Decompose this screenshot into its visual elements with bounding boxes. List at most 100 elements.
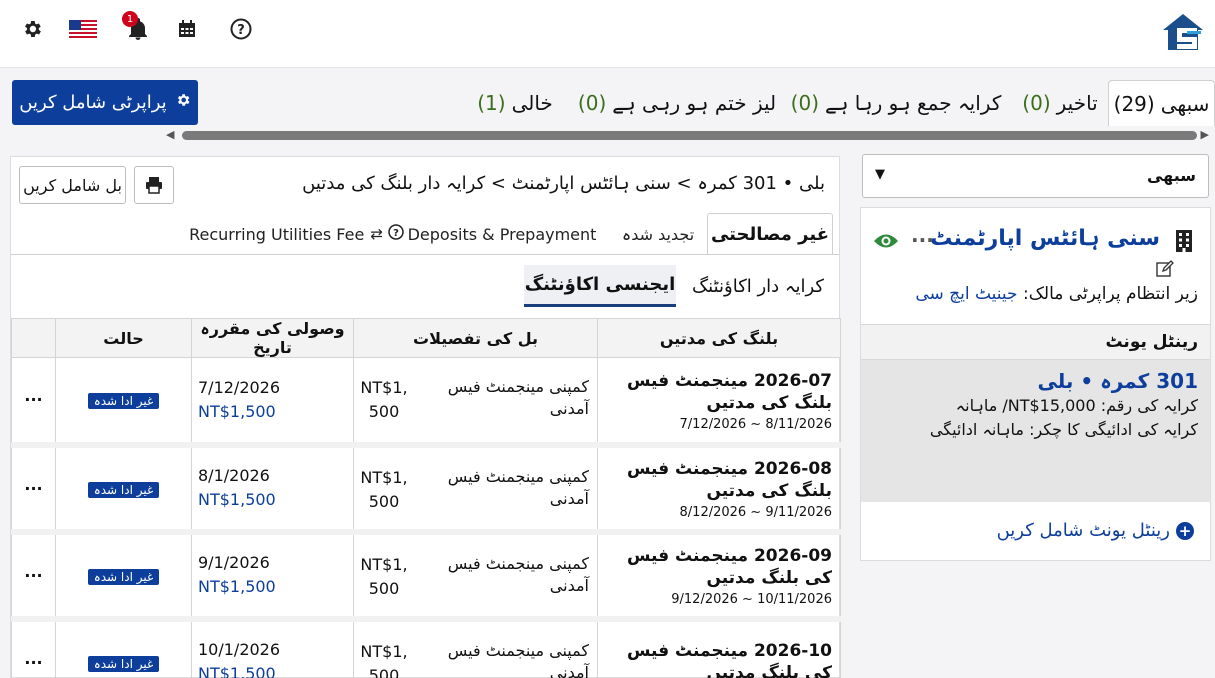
- owner-name[interactable]: جینیٹ ایچ سی: [915, 284, 1017, 304]
- due-date: 8/1/2026: [198, 466, 270, 485]
- add-rental-unit-button[interactable]: + رینٹل یونٹ شامل کریں: [997, 520, 1194, 541]
- header-due-date: وصولی کی مقررہ تاریخ: [191, 318, 354, 358]
- tab-overdue[interactable]: تاخیر (0): [1012, 80, 1108, 126]
- add-bill-button[interactable]: بل شامل کریں: [19, 166, 126, 204]
- breadcrumb-room[interactable]: 301 کمرہ: [697, 173, 777, 194]
- period-title[interactable]: 2026-07 مینجمنٹ فیس بلنگ کی مدتیں: [604, 370, 832, 414]
- table-header-row: بلنگ کی مدتیں بل کی تفصیلات وصولی کی مقر…: [11, 318, 841, 358]
- owner-label: زیر انتظام پراپرٹی مالک:: [1022, 284, 1198, 304]
- tab-rent-collecting[interactable]: کرایہ جمع ہو رہا ہے (0): [791, 80, 1002, 126]
- unit-cycle: کرایہ کی ادائیگی کا چکر: ماہانہ ادائیگی: [929, 420, 1198, 439]
- property-card: سنی ہائٹس اپارٹمنٹ ··· زیر انتظام پراپرٹ…: [860, 207, 1211, 561]
- tab-label: Recurring Utilities Fee: [189, 224, 365, 244]
- property-name[interactable]: سنی ہائٹس اپارٹمنٹ: [930, 226, 1160, 251]
- top-bar: 1 ?: [0, 0, 1215, 68]
- period-title[interactable]: 2026-08 مینجمنٹ فیس بلنگ کی مدتیں: [604, 458, 832, 502]
- bill-amount: NT$1, 500: [360, 466, 408, 514]
- tab-count: (1): [477, 91, 506, 115]
- bill-amount-part: NT$1,: [360, 554, 408, 574]
- bill-amount: NT$1, 500: [360, 376, 408, 424]
- tab-label: تاخیر: [1056, 91, 1098, 115]
- breadcrumb: بلی • 301 کمرہ > سنی ہائٹس اپارٹمنٹ > کر…: [302, 173, 825, 194]
- period-range: 9/12/2026 ~ 10/11/2026: [671, 592, 832, 607]
- us-flag-icon[interactable]: [68, 14, 98, 44]
- scrollbar-thumb[interactable]: [182, 131, 1197, 140]
- tab-all[interactable]: سبھی (29): [1108, 80, 1215, 126]
- tab-count: (0): [577, 91, 607, 115]
- tab-unsettled[interactable]: غیر مصالحتی: [707, 213, 833, 255]
- tab-label: سبھی: [1160, 91, 1210, 116]
- table-row[interactable]: 2026-10 مینجمنٹ فیس کی بلنگ مدتیں کمپنی …: [11, 618, 841, 678]
- tabs-scrollbar[interactable]: ◀ ▶: [166, 128, 1209, 142]
- tab-lease-ending[interactable]: لیز ختم ہو رہی ہے (0): [574, 80, 780, 126]
- tab-label: کرایہ جمع ہو رہا ہے: [825, 91, 1002, 115]
- bill-amount: NT$1, 500: [360, 553, 408, 601]
- chevron-down-icon: ▼: [875, 167, 885, 182]
- row-menu-button[interactable]: ···: [11, 444, 56, 535]
- help-icon[interactable]: ?: [226, 14, 256, 44]
- status-badge: غیر ادا شدہ: [87, 481, 160, 498]
- tab-label: تجدید شدہ: [621, 224, 695, 244]
- billing-panel: بل شامل کریں بلی • 301 کمرہ > سنی ہائٹس …: [10, 156, 841, 678]
- table-row[interactable]: 2026-09 مینجمنٹ فیس کی بلنگ مدتیں 9/12/20…: [11, 531, 841, 622]
- repeat-icon: ⇄: [370, 225, 383, 243]
- rental-unit-item[interactable]: 301 کمرہ • بلی کرایہ کی رقم: NT$15,000/ …: [861, 360, 1210, 502]
- due-date: 7/12/2026: [198, 377, 281, 397]
- row-menu-button[interactable]: ···: [11, 531, 56, 622]
- table-row[interactable]: 2026-07 مینجمنٹ فیس بلنگ کی مدتیں 7/12/20…: [11, 357, 841, 448]
- row-menu-button[interactable]: ···: [11, 357, 56, 448]
- edit-icon[interactable]: [1156, 260, 1174, 282]
- bill-amount-part: 500: [368, 665, 400, 678]
- billing-table: بلنگ کی مدتیں بل کی تفصیلات وصولی کی مقر…: [11, 318, 841, 678]
- unit-name[interactable]: 301 کمرہ • بلی: [861, 368, 1198, 394]
- breadcrumb-property[interactable]: سنی ہائٹس اپارٹمنٹ: [512, 173, 671, 194]
- bill-amount-part: NT$1,: [360, 641, 408, 661]
- tab-label: Deposits & Prepayment: [407, 224, 597, 244]
- building-icon: [1174, 230, 1194, 252]
- tab-label: لیز ختم ہو رہی ہے: [612, 91, 777, 115]
- tab-label: خالی: [511, 91, 553, 115]
- tab-deposits-prepayment[interactable]: ? Deposits & Prepayment: [387, 213, 596, 255]
- eye-icon[interactable]: [873, 232, 899, 254]
- printer-icon: [146, 177, 162, 194]
- due-amount: NT$1,500: [198, 490, 276, 509]
- tab-agency-accounting[interactable]: ایجنسی اکاؤنٹنگ: [524, 265, 676, 307]
- row-menu-button[interactable]: ···: [11, 618, 56, 678]
- bill-detail: کمپنی مینجمنٹ فیس آمدنی: [447, 466, 589, 508]
- add-unit-label: رینٹل یونٹ شامل کریں: [996, 520, 1170, 541]
- header-actions: [11, 318, 56, 358]
- period-title[interactable]: 2026-09 مینجمنٹ فیس کی بلنگ مدتیں: [604, 545, 832, 589]
- property-filter-select[interactable]: سبھی ▼: [862, 154, 1209, 198]
- rental-units-heading: رینٹل یونٹ: [861, 324, 1210, 360]
- gear-icon[interactable]: [17, 14, 47, 44]
- due-date: 9/1/2026: [198, 553, 270, 572]
- due-amount: NT$1,500: [198, 664, 276, 678]
- bill-amount: NT$1, 500: [360, 640, 408, 678]
- calendar-icon[interactable]: [172, 14, 202, 44]
- print-button[interactable]: [134, 166, 174, 204]
- bill-detail: کمپنی مینجمنٹ فیس آمدنی: [447, 377, 589, 418]
- table-row[interactable]: 2026-08 مینجمنٹ فیس بلنگ کی مدتیں 8/12/20…: [11, 444, 841, 535]
- app-logo-icon[interactable]: [1160, 10, 1206, 54]
- breadcrumb-tenant[interactable]: بلی: [799, 173, 825, 194]
- due-date: 10/1/2026: [198, 640, 281, 659]
- period-title[interactable]: 2026-10 مینجمنٹ فیس کی بلنگ مدتیں: [604, 640, 832, 678]
- property-menu-button[interactable]: ···: [911, 228, 934, 252]
- tab-tenant-accounting[interactable]: کرایہ دار اکاؤنٹنگ: [683, 265, 833, 307]
- bill-amount-part: 500: [368, 578, 400, 598]
- svg-text:?: ?: [393, 228, 399, 239]
- scroll-left-icon[interactable]: ◀: [166, 128, 174, 141]
- tabs-divider: [11, 254, 839, 255]
- tab-recurring-utilities[interactable]: Recurring Utilities Fee ⇄: [189, 213, 383, 255]
- tab-vacant[interactable]: خالی (1): [470, 80, 560, 126]
- scroll-right-icon[interactable]: ▶: [1201, 128, 1209, 141]
- gear-icon: [175, 92, 191, 113]
- add-property-button[interactable]: پراپرٹی شامل کریں: [12, 80, 198, 125]
- due-amount: NT$1,500: [198, 401, 276, 421]
- tab-renewed[interactable]: تجدید شدہ: [613, 213, 703, 255]
- header-status: حالت: [55, 318, 192, 358]
- period-range: 8/12/2026 ~ 9/11/2026: [679, 505, 832, 520]
- tab-count: (0): [790, 91, 819, 115]
- period-range: 7/12/2026 ~ 8/11/2026: [679, 416, 832, 432]
- tab-label: غیر مصالحتی: [710, 224, 830, 245]
